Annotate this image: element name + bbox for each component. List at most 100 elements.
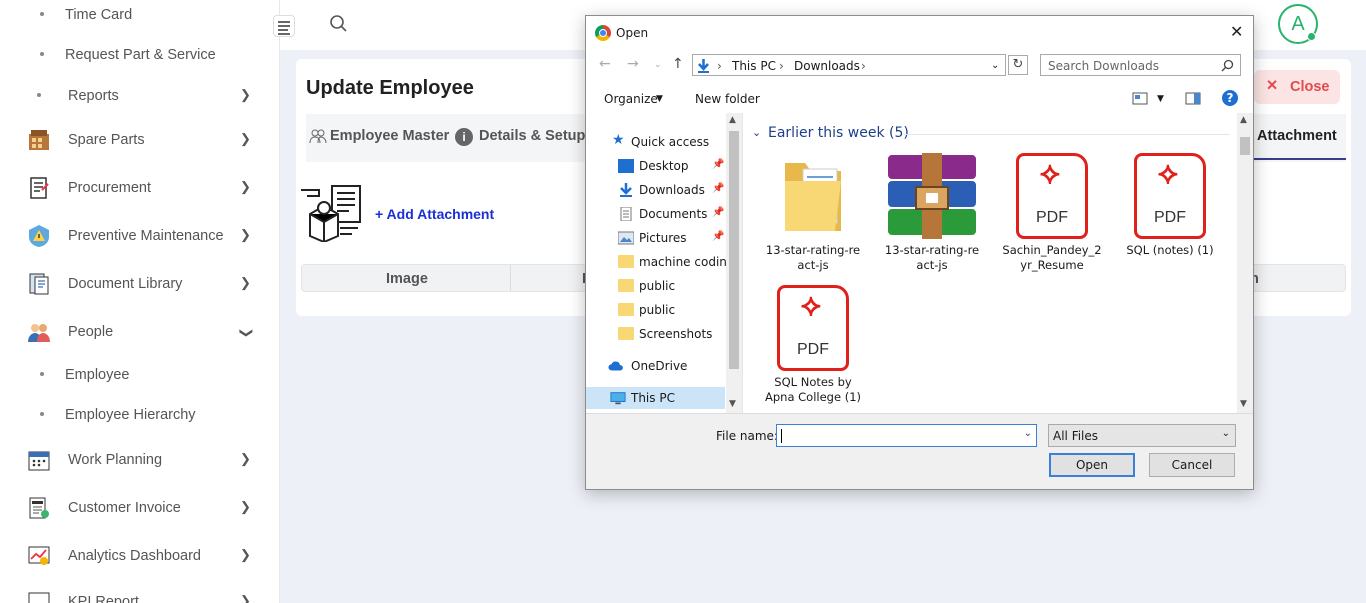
- search-downloads-input[interactable]: Search Downloads: [1040, 54, 1241, 76]
- nav-documents[interactable]: Documents 📌: [586, 203, 726, 225]
- open-file-dialog: Open ✕ ← → ⌄ ↑ › This PC › Downloads › ⌄…: [585, 15, 1254, 490]
- employee-master-icon: [309, 129, 327, 144]
- sidebar-item-kpi-report[interactable]: KPI Report ❯: [0, 586, 279, 603]
- nav-downloads[interactable]: Downloads 📌: [586, 179, 726, 201]
- file-name-line-1: 13-star-rating-re: [765, 243, 861, 257]
- new-folder-button[interactable]: New folder: [695, 92, 760, 106]
- nav-label: Downloads: [639, 183, 705, 197]
- scroll-down-icon[interactable]: ▼: [1240, 399, 1247, 409]
- nav-label: machine coding: [639, 255, 735, 269]
- sidebar-item-label: KPI Report: [68, 594, 139, 603]
- pdf-file-icon: ⟡ PDF: [1134, 153, 1206, 239]
- nav-screenshots[interactable]: Screenshots: [586, 323, 726, 345]
- help-icon[interactable]: ?: [1222, 90, 1238, 106]
- procurement-icon: [30, 177, 49, 199]
- menu-toggle-icon[interactable]: [273, 15, 295, 37]
- breadcrumb-this-pc[interactable]: This PC: [732, 59, 776, 73]
- nav-desktop[interactable]: Desktop 📌: [586, 155, 726, 177]
- chevron-down-icon[interactable]: ⌄: [752, 126, 761, 139]
- tab-details-setup[interactable]: Details & Setup: [479, 128, 585, 144]
- group-header[interactable]: Earlier this week (5): [768, 125, 909, 141]
- nav-pictures[interactable]: Pictures 📌: [586, 227, 726, 249]
- change-view-icon[interactable]: [1132, 92, 1148, 105]
- address-bar[interactable]: › This PC › Downloads › ⌄: [692, 54, 1006, 76]
- breadcrumb-separator: ›: [861, 59, 866, 73]
- file-type-value: All Files: [1053, 429, 1099, 443]
- file-item-pdf-resume[interactable]: ⟡ PDF Sachin_Pandey_2 yr_Resume: [1000, 153, 1104, 273]
- close-button[interactable]: ✕ Close: [1254, 70, 1340, 104]
- bullet-icon: [40, 372, 44, 376]
- scrollbar-thumb[interactable]: [729, 131, 739, 369]
- sidebar-item-label: Analytics Dashboard: [68, 548, 201, 564]
- scroll-down-icon[interactable]: ▼: [729, 399, 736, 409]
- sidebar: Time Card Request Part & Service Reports…: [0, 0, 280, 603]
- add-attachment-button[interactable]: + Add Attachment: [375, 206, 494, 222]
- chevron-down-icon[interactable]: ⌄: [991, 60, 999, 71]
- sidebar-subitem-employee-hierarchy[interactable]: Employee Hierarchy: [0, 403, 279, 427]
- close-icon[interactable]: ✕: [1230, 22, 1243, 41]
- file-item-winrar[interactable]: 13-star-rating-re act-js: [880, 153, 984, 273]
- sidebar-item-label: Procurement: [68, 180, 152, 196]
- file-name-input[interactable]: ⌄: [776, 424, 1037, 447]
- breadcrumb-downloads[interactable]: Downloads: [794, 59, 860, 73]
- sidebar-subitem-time-card[interactable]: Time Card: [0, 3, 279, 27]
- sidebar-subitem-label: Employee Hierarchy: [65, 407, 196, 423]
- scroll-up-icon[interactable]: ▲: [1240, 115, 1247, 125]
- file-list-scrollbar[interactable]: ▲ ▼: [1237, 113, 1253, 413]
- sidebar-item-analytics-dashboard[interactable]: Analytics Dashboard ❯: [0, 540, 279, 572]
- nav-quick-access[interactable]: ★ Quick access: [586, 131, 726, 153]
- sidebar-subitem-employee[interactable]: Employee: [0, 363, 279, 387]
- avatar-letter: A: [1291, 13, 1305, 35]
- tab-attachment[interactable]: Attachment: [1257, 128, 1337, 144]
- file-item-pdf-sql-notes[interactable]: ⟡ PDF SQL (notes) (1): [1118, 153, 1222, 258]
- sidebar-item-label: Preventive Maintenance: [68, 228, 224, 244]
- file-name-label: File name:: [716, 429, 778, 443]
- open-button[interactable]: Open: [1049, 453, 1135, 477]
- preview-pane-icon[interactable]: [1185, 92, 1201, 105]
- nav-label: Screenshots: [639, 327, 713, 341]
- avatar[interactable]: A: [1278, 4, 1318, 44]
- cancel-button[interactable]: Cancel: [1149, 453, 1235, 477]
- nav-public-2[interactable]: public: [586, 299, 726, 321]
- nav-public[interactable]: public: [586, 275, 726, 297]
- search-icon[interactable]: [329, 14, 349, 34]
- sidebar-item-spare-parts[interactable]: Spare Parts ❯: [0, 124, 279, 156]
- sidebar-item-customer-invoice[interactable]: Customer Invoice ❯: [0, 492, 279, 524]
- column-header-image: Image: [386, 271, 428, 287]
- sidebar-item-people[interactable]: People ❯: [0, 316, 279, 348]
- forward-arrow-icon[interactable]: →: [627, 56, 639, 72]
- chevron-down-icon: ⌄: [1221, 428, 1230, 439]
- file-item-folder[interactable]: 13-star-rating-re act-js: [761, 153, 865, 273]
- download-icon: [620, 183, 632, 197]
- sidebar-item-preventive-maintenance[interactable]: Preventive Maintenance ❯: [0, 220, 279, 252]
- refresh-icon[interactable]: ↻: [1008, 55, 1028, 75]
- sidebar-subitem-request-part[interactable]: Request Part & Service: [0, 43, 279, 67]
- sidebar-item-work-planning[interactable]: Work Planning ❯: [0, 444, 279, 476]
- file-type-select[interactable]: All Files ⌄: [1048, 424, 1236, 447]
- sidebar-item-reports[interactable]: Reports ❯: [0, 80, 279, 112]
- organize-menu[interactable]: Organize: [604, 92, 658, 106]
- nav-scrollbar[interactable]: ▲ ▼: [726, 113, 742, 413]
- chevron-down-icon[interactable]: ▼: [1157, 94, 1164, 104]
- pictures-icon: [618, 231, 634, 245]
- scrollbar-thumb[interactable]: [1240, 137, 1250, 155]
- nav-label: Quick access: [631, 135, 710, 149]
- tab-employee-master[interactable]: Employee Master: [330, 128, 449, 144]
- recent-dropdown-icon[interactable]: ⌄: [654, 60, 662, 70]
- computer-icon: [610, 392, 626, 405]
- nav-this-pc[interactable]: This PC: [586, 387, 725, 409]
- file-item-pdf-apna-college[interactable]: ⟡ PDF SQL Notes by Apna College (1): [761, 285, 865, 405]
- nav-machine-coding[interactable]: machine coding: [586, 251, 735, 273]
- file-name-line-2: act-js: [916, 258, 948, 272]
- sidebar-item-procurement[interactable]: Procurement ❯: [0, 172, 279, 204]
- up-arrow-icon[interactable]: ↑: [672, 56, 684, 72]
- back-arrow-icon[interactable]: ←: [599, 56, 611, 72]
- nav-onedrive[interactable]: OneDrive: [586, 355, 726, 377]
- sidebar-item-label: Reports: [68, 88, 119, 104]
- scroll-up-icon[interactable]: ▲: [729, 115, 736, 125]
- chevron-right-icon: ❯: [240, 179, 251, 194]
- bullet-icon: [40, 412, 44, 416]
- sidebar-item-document-library[interactable]: Document Library ❯: [0, 268, 279, 300]
- chevron-down-icon[interactable]: ⌄: [1024, 428, 1032, 439]
- pdf-file-icon: ⟡ PDF: [1016, 153, 1088, 239]
